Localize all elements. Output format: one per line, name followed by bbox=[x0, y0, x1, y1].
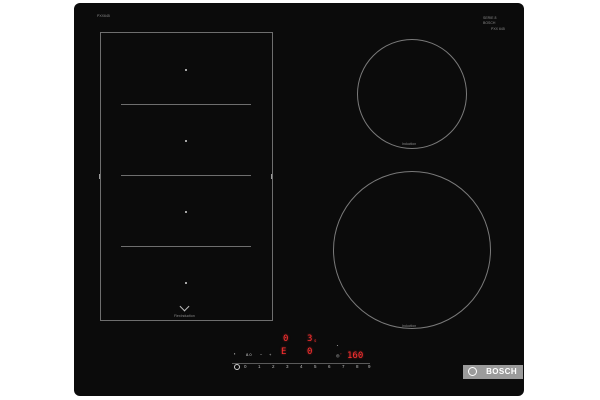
series-sublabel: BOSCH bbox=[483, 21, 496, 25]
flex-zone-divider bbox=[121, 246, 251, 247]
left-edge-mark bbox=[99, 174, 100, 179]
slider-off[interactable]: 0 bbox=[244, 364, 247, 369]
top-right-power-level: 3 bbox=[307, 334, 313, 344]
flex-zone-symbol-icon bbox=[179, 301, 190, 312]
slider-step-5[interactable]: 5 bbox=[314, 364, 317, 369]
bosch-logo-icon bbox=[468, 367, 477, 376]
induction-hob: PXX645 SERIE 8 BOSCH PXX 645 FlexInducti… bbox=[74, 3, 524, 396]
slider-step-4[interactable]: 4 bbox=[300, 364, 303, 369]
series-label: SERIE 8 bbox=[483, 16, 497, 20]
large-zone-label: Induction bbox=[402, 324, 417, 328]
series-code: PXX 645 bbox=[491, 27, 505, 31]
slider-step-3[interactable]: 3 bbox=[286, 364, 289, 369]
right-edge-mark bbox=[271, 174, 272, 179]
timer-icon[interactable]: ◔ bbox=[336, 344, 338, 348]
degree-unit: ° bbox=[340, 352, 342, 357]
slider-step-9[interactable]: 9 bbox=[368, 364, 371, 369]
zone-center-dot bbox=[185, 282, 187, 284]
small-readout: 8.0 bbox=[246, 352, 252, 357]
slider-step-6[interactable]: 6 bbox=[328, 364, 331, 369]
sensor-icon[interactable]: ◎ bbox=[336, 354, 340, 358]
zone-center-dot bbox=[185, 140, 187, 142]
brand-name: BOSCH bbox=[486, 367, 517, 376]
small-cooking-zone[interactable] bbox=[357, 39, 467, 149]
power-slider[interactable]: 0 1 2 3 4 5 6 7 8 9 bbox=[234, 364, 374, 372]
zone-center-dot bbox=[185, 69, 187, 71]
slider-step-1[interactable]: 1 bbox=[258, 364, 261, 369]
zone-center-dot bbox=[185, 211, 187, 213]
flex-zone-label: FlexInduction bbox=[174, 314, 195, 318]
minus-icon[interactable]: − bbox=[260, 353, 262, 357]
plus-icon[interactable]: + bbox=[269, 353, 271, 357]
large-cooking-zone[interactable] bbox=[333, 171, 491, 329]
slider-step-8[interactable]: 8 bbox=[356, 364, 359, 369]
brand-plate: BOSCH bbox=[463, 365, 523, 379]
mid-right-indicator: 0 bbox=[307, 347, 313, 357]
slider-step-7[interactable]: 7 bbox=[342, 364, 345, 369]
model-code: PXX645 bbox=[97, 14, 110, 18]
flex-zone-divider bbox=[121, 104, 251, 105]
lock-icon[interactable]: ▪ bbox=[234, 352, 235, 356]
timer-suffix: s bbox=[314, 338, 317, 343]
small-zone-label: Induction bbox=[402, 142, 417, 146]
mid-left-indicator: E bbox=[281, 347, 287, 357]
flex-induction-zone[interactable]: FlexInduction bbox=[99, 32, 273, 321]
slider-step-2[interactable]: 2 bbox=[272, 364, 275, 369]
temperature-display: 160 bbox=[347, 351, 364, 361]
flex-zone-divider bbox=[121, 175, 251, 176]
top-left-power-level: 0 bbox=[283, 334, 289, 344]
